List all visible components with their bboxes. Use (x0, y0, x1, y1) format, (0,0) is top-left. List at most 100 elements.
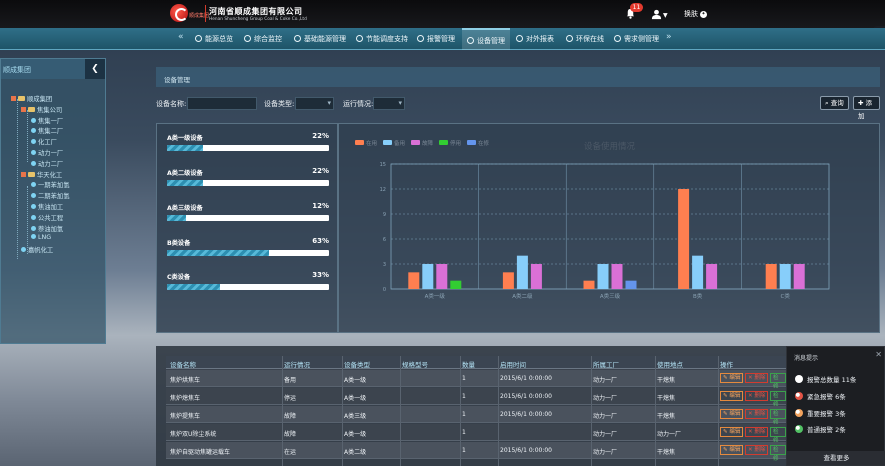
tree-node-label: 顺成集团 (27, 96, 53, 103)
legend-item[interactable]: 在用 (355, 139, 377, 147)
chevron-left-icon[interactable]: ❮ (85, 59, 105, 79)
run-status-select[interactable] (373, 97, 405, 110)
notify-label: 重要报警 3条 (807, 410, 846, 418)
legend-item[interactable]: 停用 (439, 139, 461, 147)
legend-item[interactable]: 备用 (383, 139, 405, 147)
device-name-input[interactable] (187, 97, 257, 110)
tree-toggle-icon[interactable] (21, 171, 26, 177)
column-header[interactable]: 设备名称 (170, 359, 196, 369)
table-cell: 故障 (284, 413, 297, 420)
alarm-total-item[interactable]: 报警总数量 11条 (795, 374, 856, 384)
delete-button[interactable]: ✕ 删除 (745, 373, 769, 383)
column-header[interactable]: 启用时间 (500, 359, 526, 369)
device-type-label: 设备类型: (264, 100, 295, 108)
search-icon: ⌕ (825, 99, 829, 107)
nav-item-alarm[interactable]: 报警管理 (417, 28, 455, 50)
tree-node[interactable]: 动力二厂 (31, 159, 63, 168)
delete-button[interactable]: ✕ 删除 (745, 409, 769, 419)
edit-button[interactable]: ✎ 编辑 (720, 409, 744, 419)
alarm-normal-item[interactable]: 普通报警 2条 (795, 424, 846, 434)
nav-item-env-online[interactable]: 环保在线 (566, 28, 604, 50)
nav-item-device-management[interactable]: 设备管理 (462, 28, 510, 50)
tree-connector (27, 186, 28, 254)
table-row[interactable]: 焦炉双U除尘系统 故障 A类一级 1 动力一厂 动力一厂 ✎ 编辑 ✕ 删除 检修 (166, 424, 786, 444)
column-header[interactable]: 所属工厂 (593, 359, 619, 369)
column-header[interactable]: 操作 (720, 359, 733, 369)
tree-node[interactable]: 焦油加工 (31, 202, 63, 211)
legend-item[interactable]: 在修 (467, 139, 489, 147)
nav-item-energy-dispatch[interactable]: 节能调度支持 (356, 28, 408, 50)
sidebar: 顺成集团 ❮ 顺成集团 焦集公司 焦集一厂 焦集二厂 化工厂 动力一厂 动力二厂 华天化工 一期… (0, 58, 106, 344)
nav-item-monitoring[interactable]: 综合监控 (244, 28, 282, 50)
add-button[interactable]: ✚ 添加 (853, 96, 880, 120)
delete-button-label: 删除 (754, 429, 766, 435)
edit-button[interactable]: ✎ 编辑 (720, 373, 744, 383)
column-divider (591, 356, 592, 466)
bar (625, 280, 637, 289)
maintain-button[interactable]: 检修 (770, 373, 786, 390)
flag-icon (356, 35, 363, 42)
nav-scroll-right-icon[interactable]: » (666, 32, 672, 42)
nav-item-energy-overview[interactable]: 能源总览 (195, 28, 233, 50)
stat-label: A类二级设备 (167, 170, 203, 177)
maintain-button[interactable]: 检修 (770, 427, 786, 444)
edit-button[interactable]: ✎ 编辑 (720, 391, 744, 401)
column-header[interactable]: 规格型号 (402, 359, 428, 369)
alarm-important-item[interactable]: 重要报警 3条 (795, 408, 846, 418)
close-icon[interactable]: ✕ (875, 350, 882, 359)
delete-button[interactable]: ✕ 删除 (745, 427, 769, 437)
run-status-label: 运行情况: (343, 100, 374, 108)
bar (502, 272, 514, 289)
bar-chart-svg: 0 3 6 9 12 15 A类一级 A类二级 A类三级 B类 C类 (380, 162, 830, 300)
tree-node[interactable]: 二期苯加氢 (31, 191, 69, 200)
tree-node[interactable]: 公共工程 (31, 213, 63, 222)
delete-button[interactable]: ✕ 删除 (745, 445, 769, 455)
view-more-button[interactable]: 查看更多 (787, 451, 885, 465)
bar (597, 264, 609, 289)
table-row[interactable]: 焦炉烘焦车 备用 A类一级 1 2015/6/1 0:00:00 动力一厂 干熄焦 ✎ 编辑 ✕… (166, 370, 786, 390)
alarm-urgent-item[interactable]: 紧急报警 6条 (795, 391, 846, 401)
column-header[interactable]: 运行情况 (284, 359, 310, 369)
nav-scroll-left-icon[interactable]: « (178, 32, 184, 42)
tree-node[interactable]: LNG (31, 234, 51, 241)
maintain-button[interactable]: 检修 (770, 409, 786, 426)
tree-toggle-icon[interactable] (11, 96, 16, 101)
tree-toggle-icon[interactable] (21, 106, 26, 112)
tree-node[interactable]: 动力一厂 (31, 148, 63, 157)
progress-fill (167, 284, 221, 290)
maintain-button[interactable]: 检修 (770, 391, 786, 408)
maintain-button[interactable]: 检修 (770, 445, 786, 462)
edit-button[interactable]: ✎ 编辑 (720, 427, 744, 437)
nav-label: 设备管理 (477, 37, 505, 45)
user-menu-caret-icon[interactable]: ▼ (663, 12, 668, 19)
tree-node[interactable]: 嘉帆化工 (21, 245, 53, 254)
device-type-select[interactable] (295, 97, 334, 110)
table-row[interactable]: 焦炉提焦车 故障 A类三级 1 2015/6/1 0:00:00 动力一厂 干熄焦 ✎ 编辑 ✕… (166, 406, 786, 426)
notify-label: 报警总数量 11条 (807, 376, 857, 384)
edit-button[interactable]: ✎ 编辑 (720, 445, 744, 455)
nav-item-external-report[interactable]: 对外报表 (516, 28, 554, 50)
legend-item[interactable]: 故障 (411, 139, 433, 147)
column-header[interactable]: 设备类型 (344, 359, 370, 369)
user-icon[interactable] (651, 9, 662, 20)
tree-node[interactable]: 萘油加氢 (31, 224, 63, 233)
nav-item-basic-energy[interactable]: 基础能源管理 (294, 28, 346, 50)
column-header[interactable]: 使用地点 (657, 359, 683, 369)
delete-button-label: 删除 (754, 393, 766, 399)
nav-item-demand-side[interactable]: 需求侧管理 (614, 28, 659, 50)
table-row[interactable]: 焦炉熄焦车 停运 A类一级 1 2015/6/1 0:00:00 动力一厂 干熄焦 ✎ 编辑 ✕… (166, 388, 786, 408)
search-button[interactable]: ⌕ 查询 (820, 96, 849, 110)
tree-node[interactable]: 焦集一厂 (31, 116, 63, 125)
legend-swatch (411, 140, 420, 145)
table-row[interactable]: 焦炉自驱动焦罐运载车 在运 A类二级 1 2015/6/1 0:00:00 动力一厂 干熄焦… (166, 442, 786, 462)
column-header[interactable]: 数量 (462, 359, 475, 369)
table-cell: 干熄焦 (657, 395, 676, 402)
tree-node[interactable]: 焦集二厂 (31, 126, 63, 135)
tree-node[interactable]: 化工厂 (31, 137, 57, 146)
delete-button[interactable]: ✕ 删除 (745, 391, 769, 401)
tree-node[interactable]: 华天化工 (21, 170, 62, 179)
table-cell: 1 (462, 411, 466, 418)
tree-node[interactable]: 一期苯加氢 (31, 180, 69, 189)
skin-switch-button[interactable]: 换肤 ✦ (684, 9, 707, 19)
tree-node-label: 华天化工 (37, 171, 63, 179)
